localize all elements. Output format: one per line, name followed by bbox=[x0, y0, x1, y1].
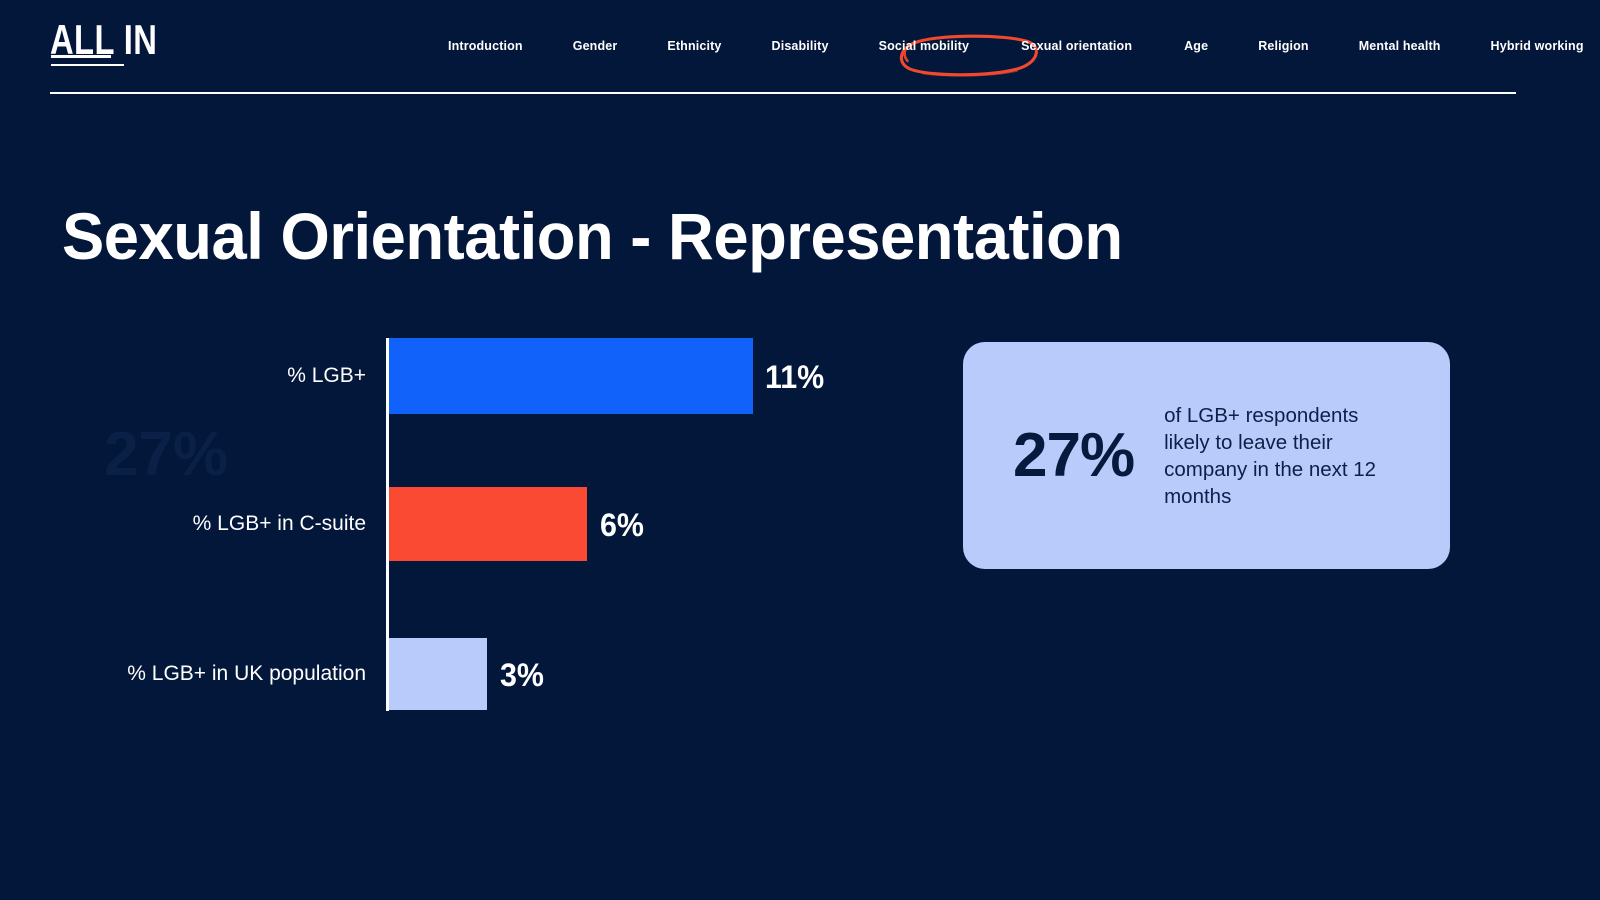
callout-description: of LGB+ respondents likely to leave thei… bbox=[1164, 403, 1377, 508]
nav-item-mental-health[interactable]: Mental health bbox=[1334, 39, 1466, 53]
bar-label-lgb-plus-uk-population: % LGB+ in UK population bbox=[127, 662, 366, 685]
nav-item-introduction[interactable]: Introduction bbox=[423, 39, 548, 53]
main-navigation: Introduction Gender Ethnicity Disability… bbox=[423, 39, 1600, 53]
bar-label-lgb-plus-c-suite: % LGB+ in C-suite bbox=[192, 512, 366, 535]
bar-value-lgb-plus-uk-population: 3% bbox=[500, 657, 544, 693]
bar-value-lgb-plus: 11% bbox=[765, 359, 825, 395]
nav-item-disability[interactable]: Disability bbox=[747, 39, 854, 53]
nav-item-religion[interactable]: Religion bbox=[1233, 39, 1334, 53]
callout-stat-value: 27% bbox=[1013, 420, 1135, 490]
representation-bar-chart: % LGB+ 11% % LGB+ in C-suite 6% % LGB+ i… bbox=[0, 0, 900, 900]
bar-lgb-plus bbox=[389, 338, 753, 414]
chart-row-lgb-plus: % LGB+ 11% bbox=[0, 338, 900, 414]
chart-row-lgb-plus-c-suite: % LGB+ in C-suite 6% bbox=[0, 487, 900, 561]
nav-item-hybrid-working[interactable]: Hybrid working bbox=[1466, 39, 1600, 53]
nav-item-gender[interactable]: Gender bbox=[548, 39, 643, 53]
bar-lgb-plus-uk-population bbox=[389, 638, 487, 710]
bar-value-lgb-plus-c-suite: 6% bbox=[600, 507, 644, 543]
chart-row-lgb-plus-uk-population: % LGB+ in UK population 3% bbox=[0, 638, 900, 710]
stat-callout-card: 27% of LGB+ respondents likely to leave … bbox=[963, 342, 1450, 569]
nav-item-age[interactable]: Age bbox=[1159, 39, 1233, 53]
nav-item-ethnicity[interactable]: Ethnicity bbox=[642, 39, 746, 53]
nav-item-sexual-orientation[interactable]: Sexual orientation bbox=[994, 39, 1159, 53]
nav-item-social-mobility[interactable]: Social mobility bbox=[854, 39, 994, 53]
bar-lgb-plus-c-suite bbox=[389, 487, 587, 561]
bar-label-lgb-plus: % LGB+ bbox=[287, 364, 366, 387]
